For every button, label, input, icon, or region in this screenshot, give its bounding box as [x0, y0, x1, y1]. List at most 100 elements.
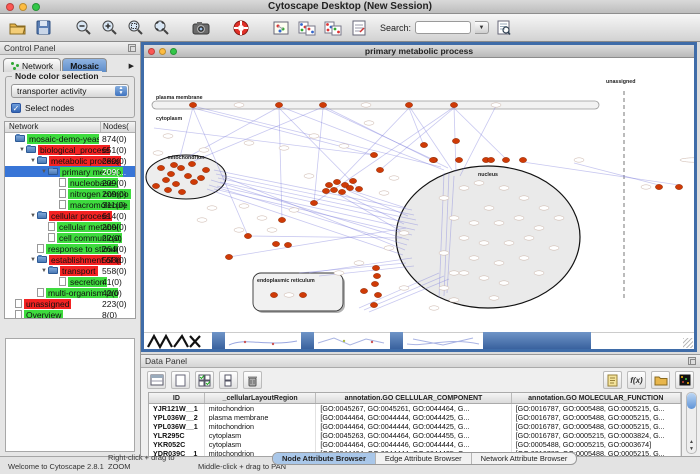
node-label-oval[interactable]: [284, 293, 294, 297]
network-node[interactable]: [455, 157, 462, 162]
network-node[interactable]: [225, 254, 232, 259]
node-label-oval[interactable]: [539, 206, 549, 210]
save-icon[interactable]: [32, 17, 54, 39]
network-node[interactable]: [372, 265, 379, 270]
network-node[interactable]: [325, 182, 332, 187]
scrollbar-thumb[interactable]: [687, 393, 696, 409]
node-label-oval[interactable]: [491, 103, 501, 107]
tree-row[interactable]: macromolecule311(0): [5, 199, 135, 210]
network-node[interactable]: [152, 183, 159, 188]
network-edge[interactable]: [299, 263, 406, 273]
float-data-panel-icon[interactable]: [688, 357, 696, 365]
node-label-oval[interactable]: [439, 251, 449, 255]
select-attributes-icon[interactable]: [195, 371, 214, 389]
table-row[interactable]: YPL036W__1mitochondrion[GO:0044464, GO:0…: [149, 422, 681, 431]
network-node[interactable]: [374, 292, 381, 297]
tree-row[interactable]: ▼establishment of lo558(0): [5, 254, 135, 265]
node-label-oval[interactable]: [469, 221, 479, 225]
node-label-oval[interactable]: [354, 261, 364, 265]
table-scrollbar[interactable]: ▲▼: [686, 392, 697, 454]
resize-grip-icon[interactable]: [683, 338, 693, 348]
node-label-oval[interactable]: [474, 181, 484, 185]
network-node[interactable]: [452, 138, 459, 143]
background-window-4[interactable]: [403, 332, 483, 349]
tree-expander-icon[interactable]: ▼: [29, 158, 37, 164]
tree-row[interactable]: ▼primary metabo209(...: [5, 166, 135, 177]
network-node[interactable]: [157, 165, 164, 170]
network-node[interactable]: [373, 273, 380, 278]
network-edge[interactable]: [207, 189, 403, 255]
matrix-view-icon[interactable]: [675, 371, 694, 389]
node-label-oval[interactable]: [459, 236, 469, 240]
import-attributes-folder-icon[interactable]: [651, 371, 670, 389]
scrollbar-arrows[interactable]: ▲▼: [687, 439, 696, 453]
network-node[interactable]: [333, 179, 340, 184]
background-window-2[interactable]: [225, 332, 301, 349]
node-label-oval[interactable]: [207, 206, 217, 210]
attribute-panel-icon[interactable]: [147, 371, 166, 389]
help-lifesaver-icon[interactable]: [230, 17, 252, 39]
node-label-oval[interactable]: [429, 306, 439, 310]
node-label-oval[interactable]: [499, 281, 509, 285]
node-label-oval[interactable]: [153, 151, 163, 155]
network-node[interactable]: [270, 292, 277, 297]
network-node[interactable]: [330, 187, 337, 192]
node-label-oval[interactable]: [379, 191, 389, 195]
formula-icon[interactable]: f(x): [627, 371, 646, 389]
tree-row[interactable]: ▼transport558(0): [5, 265, 135, 276]
network-node[interactable]: [675, 184, 682, 189]
table-row[interactable]: YPL036W__2plasma membrane[GO:0044464, GO…: [149, 413, 681, 422]
node-label-oval[interactable]: [234, 228, 244, 232]
network-edge[interactable]: [218, 178, 416, 220]
network-node[interactable]: [355, 186, 362, 191]
node-label-oval[interactable]: [524, 236, 534, 240]
search-results-icon[interactable]: [493, 17, 515, 39]
network-node[interactable]: [346, 185, 353, 190]
node-label-oval[interactable]: [364, 121, 374, 125]
network-node[interactable]: [319, 102, 326, 107]
node-label-oval[interactable]: [484, 206, 494, 210]
node-label-oval[interactable]: [469, 256, 479, 260]
network-node[interactable]: [172, 181, 179, 186]
network-edge[interactable]: [409, 108, 424, 146]
layout-network-b-icon[interactable]: [322, 17, 344, 39]
search-dropdown-button[interactable]: ▼: [475, 21, 489, 34]
tab-scroll-right-icon[interactable]: ▶: [129, 62, 137, 72]
node-label-oval[interactable]: [439, 196, 449, 200]
new-attribute-icon[interactable]: [171, 371, 190, 389]
node-label-oval[interactable]: [519, 196, 529, 200]
notepad-icon[interactable]: [603, 371, 622, 389]
node-label-oval[interactable]: [514, 216, 524, 220]
node-label-oval[interactable]: [641, 185, 651, 189]
table-row[interactable]: YJR121W__1mitochondrion[GO:0045267, GO:0…: [149, 404, 681, 413]
node-label-oval[interactable]: [534, 226, 544, 230]
network-node[interactable]: [322, 188, 329, 193]
network-edge[interactable]: [222, 176, 405, 250]
tree-row[interactable]: cellular metabol209(0): [5, 221, 135, 232]
node-label-oval[interactable]: [504, 241, 514, 245]
layout-network-a-icon[interactable]: [296, 17, 318, 39]
zoom-in-icon[interactable]: [98, 17, 120, 39]
network-edge[interactable]: [314, 108, 323, 203]
network-node[interactable]: [370, 302, 377, 307]
node-label-oval[interactable]: [399, 231, 409, 235]
node-label-oval[interactable]: [534, 271, 544, 275]
network-node[interactable]: [376, 167, 383, 172]
network-node[interactable]: [284, 242, 291, 247]
network-node[interactable]: [487, 157, 494, 162]
tree-row[interactable]: response to stimulu264(0): [5, 243, 135, 254]
network-node[interactable]: [349, 178, 356, 183]
table-row[interactable]: YLR295Ccytoplasm[GO:0045263, GO:0044464,…: [149, 431, 681, 440]
node-label-oval[interactable]: [449, 271, 459, 275]
node-label-oval[interactable]: [163, 134, 173, 138]
network-node[interactable]: [655, 184, 662, 189]
node-label-oval[interactable]: [389, 176, 399, 180]
unselect-attributes-icon[interactable]: [219, 371, 238, 389]
tree-expander-icon[interactable]: ▼: [40, 268, 48, 274]
node-label-oval[interactable]: [334, 271, 344, 275]
birdseye-view-panel[interactable]: [5, 338, 135, 452]
network-canvas[interactable]: plasma membranecytoplasmmitochondrionnuc…: [144, 58, 694, 332]
select-nodes-checkbox[interactable]: ✓: [11, 103, 21, 113]
network-node[interactable]: [244, 233, 251, 238]
node-label-oval[interactable]: [339, 144, 349, 148]
